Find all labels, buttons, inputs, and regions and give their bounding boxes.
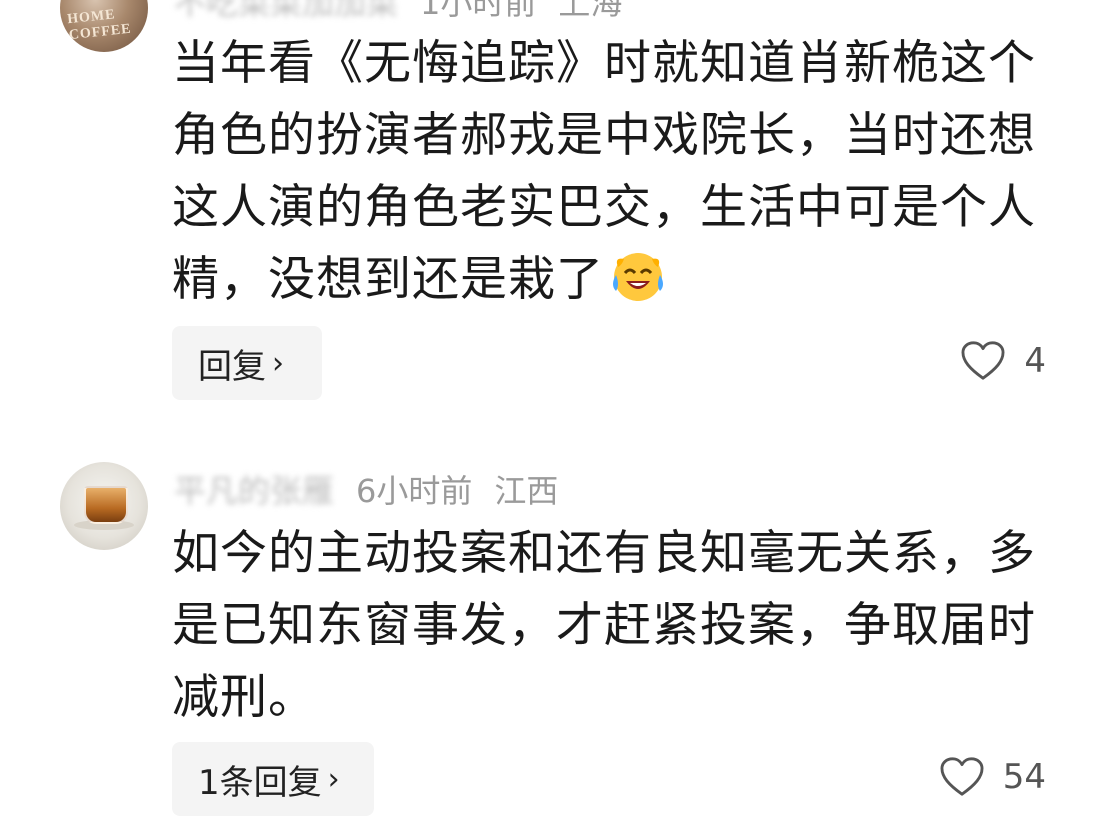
heart-outline-icon bbox=[961, 341, 1005, 380]
avatar[interactable]: HOME COFFEE bbox=[60, 0, 148, 52]
comment-location: 上海 bbox=[558, 0, 623, 22]
like-button[interactable]: 4 bbox=[960, 340, 1046, 382]
heart-outline-icon bbox=[940, 757, 984, 796]
like-count: 4 bbox=[1024, 341, 1046, 381]
comment-meta: 平凡的张雁 6小时前 江西 bbox=[174, 466, 558, 512]
comment-text: 当年看《无悔追踪》时就知道肖新桅这个角色的扮演者郝戎是中戏院长，当时还想这人演的… bbox=[172, 28, 1052, 316]
like-button[interactable]: 54 bbox=[939, 756, 1046, 798]
comment-text-content: 当年看《无悔追踪》时就知道肖新桅这个角色的扮演者郝戎是中戏院长，当时还想这人演的… bbox=[172, 36, 1036, 307]
reply-button[interactable]: 回复 › bbox=[172, 326, 322, 400]
user-name[interactable]: 平凡的张雁 bbox=[174, 472, 334, 510]
chevron-right-icon: › bbox=[272, 345, 284, 381]
comment-meta: 不吃菜菜加加菜 1小时前 上海 bbox=[174, 0, 622, 24]
reply-button-label: 回复 bbox=[198, 346, 266, 387]
comment-time: 1小时前 bbox=[420, 0, 537, 22]
chevron-right-icon: › bbox=[327, 761, 340, 797]
like-count: 54 bbox=[1002, 757, 1046, 797]
view-replies-button[interactable]: 1条回复 › bbox=[172, 742, 374, 816]
user-name[interactable]: 不吃菜菜加加菜 bbox=[174, 0, 398, 22]
avatar-logo-text: HOME COFFEE bbox=[66, 7, 133, 44]
avatar[interactable] bbox=[60, 462, 148, 550]
reply-button-label: 1条回复 bbox=[198, 762, 322, 803]
comment-text-content: 如今的主动投案和还有良知毫无关系，多是已知东窗事发，才赶紧投案，争取届时减刑。 bbox=[172, 526, 1036, 725]
comment-text: 如今的主动投案和还有良知毫无关系，多是已知东窗事发，才赶紧投案，争取届时减刑。 bbox=[172, 518, 1052, 734]
tea-glass-icon bbox=[84, 486, 128, 524]
laughing-crying-emoji-icon bbox=[613, 253, 663, 301]
comment-time: 6小时前 bbox=[356, 472, 473, 510]
comment-location: 江西 bbox=[494, 472, 559, 510]
